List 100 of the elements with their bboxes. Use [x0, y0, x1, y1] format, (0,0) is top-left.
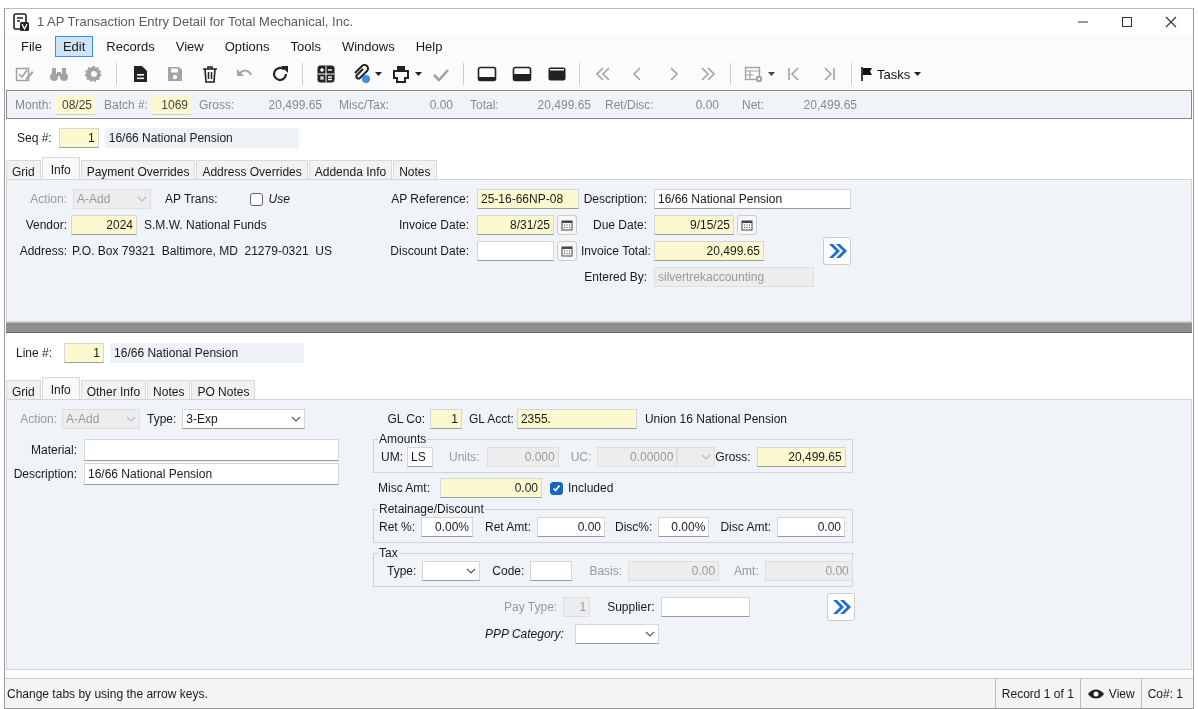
dropdown[interactable]: [574, 624, 659, 644]
input-field[interactable]: [477, 241, 554, 261]
check-icon: [552, 483, 561, 493]
tab[interactable]: Address Overrides: [196, 160, 308, 179]
printer-icon[interactable]: [391, 64, 411, 84]
menu-item[interactable]: Windows: [333, 35, 403, 57]
input-field[interactable]: 0.00: [537, 517, 606, 537]
input-field[interactable]: 1: [58, 128, 99, 148]
close-icon[interactable]: [1165, 15, 1177, 28]
field-label: GL Co:: [386, 412, 425, 426]
chevron-icon: [126, 416, 136, 422]
menu-item[interactable]: Records: [98, 35, 163, 57]
menu-item[interactable]: Edit: [54, 35, 94, 57]
checkbox[interactable]: [550, 481, 563, 495]
field-label: Material:: [30, 443, 77, 457]
calendar-button[interactable]: [557, 215, 577, 235]
menu-item[interactable]: Tools: [282, 35, 329, 57]
group-title: Retainage/Discount: [378, 502, 485, 516]
refresh-icon[interactable]: [270, 64, 290, 84]
menu-item[interactable]: File: [13, 35, 50, 57]
field-label: Misc Amt:: [378, 481, 430, 495]
input-field[interactable]: 0.00: [777, 517, 846, 537]
field-label: Entered By:: [583, 270, 647, 284]
maximize-icon[interactable]: [1121, 15, 1133, 28]
field-label: Basis:: [589, 564, 623, 578]
input-field[interactable]: 20,499.65: [756, 447, 846, 467]
caret-icon[interactable]: [768, 72, 775, 76]
value-text: 20,499.65: [267, 97, 322, 112]
layout-icon[interactable]: [477, 64, 497, 84]
input-field[interactable]: 1: [430, 409, 462, 429]
field-label: Ret Amt:: [485, 520, 532, 534]
vendor-name: S.M.W. National Funds: [144, 218, 267, 232]
input-field[interactable]: LS: [407, 447, 433, 467]
tab[interactable]: Notes: [147, 380, 191, 399]
app-icon: [13, 12, 29, 31]
tab[interactable]: Grid: [6, 380, 41, 399]
caret-icon[interactable]: [415, 72, 422, 76]
chevron-icon: [701, 454, 712, 460]
calendar-button[interactable]: [737, 215, 757, 235]
tab[interactable]: Info: [41, 377, 80, 399]
dropdown[interactable]: 3-Exp: [182, 409, 306, 429]
field-label: UC:: [570, 450, 592, 464]
input-field[interactable]: 08/25: [55, 94, 95, 115]
tab[interactable]: Grid: [6, 160, 41, 179]
field-label: Type:: [387, 564, 417, 578]
field-label: Amt:: [734, 564, 759, 578]
input-field[interactable]: 0.00%: [421, 517, 473, 537]
tab[interactable]: Other Info: [80, 380, 147, 399]
tab[interactable]: Payment Overrides: [80, 160, 196, 179]
field-label: GL Acct:: [469, 412, 514, 426]
input-field[interactable]: [660, 597, 750, 617]
tab[interactable]: Notes: [393, 160, 437, 179]
double-chevron-button[interactable]: [823, 237, 851, 265]
field-label: Ret %:: [379, 520, 415, 534]
menu-item[interactable]: View: [167, 35, 212, 57]
input-field[interactable]: 8/31/25: [477, 215, 554, 235]
tab[interactable]: PO Notes: [191, 380, 256, 399]
field-label: Gross:: [199, 97, 236, 112]
input-field[interactable]: 1069: [152, 94, 191, 115]
input-field[interactable]: 0.00%: [658, 517, 710, 537]
chevron-icon: [137, 196, 147, 202]
trash-icon[interactable]: [200, 64, 220, 84]
field-label: Code:: [492, 564, 525, 578]
menu-item[interactable]: Options: [216, 35, 278, 57]
input-field[interactable]: 25-16-66NP-08: [477, 189, 579, 209]
splitter[interactable]: [6, 322, 1192, 333]
input-field[interactable]: [530, 561, 573, 581]
input-field[interactable]: 0.00: [440, 478, 542, 498]
flag-icon: [861, 67, 873, 81]
tasks-button[interactable]: Tasks: [861, 66, 922, 82]
double-chevron-button[interactable]: [826, 593, 855, 621]
input-field[interactable]: 1: [64, 343, 105, 363]
input-field[interactable]: 9/15/25: [654, 215, 734, 235]
layout-icon[interactable]: [512, 64, 532, 84]
calendar-button[interactable]: [557, 241, 577, 261]
dropdown[interactable]: [422, 561, 481, 581]
field-label: Disc Amt:: [720, 520, 772, 534]
menu-item[interactable]: Help: [407, 35, 451, 57]
group-title: Tax: [378, 546, 399, 560]
input-field[interactable]: 16/66 National Pension: [84, 463, 339, 485]
calculator-icon[interactable]: [316, 64, 336, 84]
input-field[interactable]: [84, 439, 339, 461]
input-field[interactable]: 2355.: [516, 409, 637, 429]
input-field[interactable]: 2024: [71, 215, 137, 235]
mode-text: View: [1108, 686, 1135, 701]
field-label: PPP Category:: [485, 627, 564, 641]
checkbox[interactable]: [250, 192, 264, 206]
input-field[interactable]: 20,499.65: [654, 241, 764, 261]
calendar-icon: [561, 219, 573, 231]
description-text: 16/66 National Pension: [104, 128, 299, 148]
value-text: 20,499.65: [536, 97, 591, 112]
eye-icon: [1086, 687, 1105, 700]
calendar-icon: [561, 245, 573, 257]
caret-icon[interactable]: [375, 72, 382, 76]
tab[interactable]: Info: [41, 157, 80, 179]
field-label: Units:: [449, 450, 480, 464]
input-field[interactable]: 16/66 National Pension: [654, 189, 851, 209]
tab[interactable]: Addenda Info: [308, 160, 393, 179]
chevron-icon: [291, 416, 302, 422]
field-label: Gross:: [715, 450, 751, 464]
